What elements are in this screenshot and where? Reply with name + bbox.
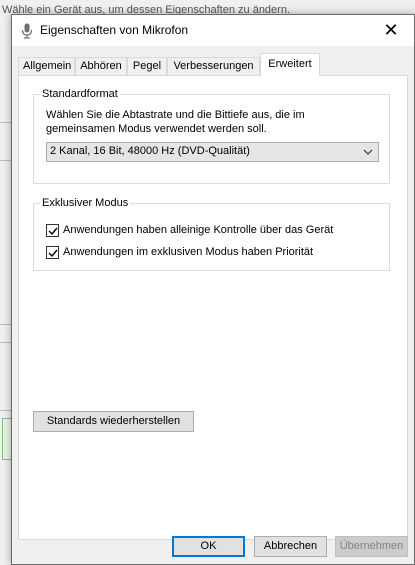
standard-format-legend: Standardformat	[40, 87, 120, 101]
ok-button[interactable]: OK	[172, 536, 245, 557]
close-button[interactable]: ✕	[368, 15, 414, 46]
checkmark-icon	[48, 249, 58, 258]
restore-defaults-button[interactable]: Standards wiederherstellen	[33, 411, 194, 432]
checkmark-icon	[48, 227, 58, 236]
title-bar: Eigenschaften von Mikrofon ✕	[12, 15, 414, 46]
cancel-button[interactable]: Abbrechen	[254, 536, 327, 557]
exclusive-priority-label: Anwendungen im exklusiven Modus haben Pr…	[63, 246, 314, 258]
exclusive-priority-checkbox[interactable]	[46, 246, 59, 259]
properties-dialog: Eigenschaften von Mikrofon ✕ Allgemein A…	[11, 14, 415, 565]
standard-format-group: Standardformat Wählen Sie die Abtastrate…	[33, 87, 390, 184]
exclusive-control-checkbox[interactable]	[46, 224, 59, 237]
dialog-title: Eigenschaften von Mikrofon	[40, 23, 189, 37]
chevron-down-icon	[363, 149, 373, 155]
tab-verbesserungen[interactable]: Verbesserungen	[167, 57, 260, 75]
tab-abhoeren[interactable]: Abhören	[75, 57, 127, 75]
exclusive-control-label: Anwendungen haben alleinige Kontrolle üb…	[63, 224, 334, 236]
format-dropdown-value: 2 Kanal, 16 Bit, 48000 Hz (DVD-Qualität)	[50, 145, 250, 157]
exclusive-mode-group: Exklusiver Modus Anwendungen haben allei…	[33, 196, 390, 271]
standard-format-description: Wählen Sie die Abtastrate und die Bittie…	[46, 109, 305, 135]
tab-erweitert[interactable]: Erweitert	[260, 53, 320, 76]
tab-panel-erweitert: Standardformat Wählen Sie die Abtastrate…	[18, 75, 408, 540]
exclusive-mode-legend: Exklusiver Modus	[40, 196, 131, 210]
apply-button[interactable]: Übernehmen	[335, 536, 408, 557]
format-dropdown[interactable]: 2 Kanal, 16 Bit, 48000 Hz (DVD-Qualität)	[46, 142, 379, 162]
tab-allgemein[interactable]: Allgemein	[18, 57, 75, 75]
microphone-icon	[21, 23, 33, 39]
close-icon: ✕	[383, 20, 399, 40]
tab-pegel[interactable]: Pegel	[127, 57, 167, 75]
